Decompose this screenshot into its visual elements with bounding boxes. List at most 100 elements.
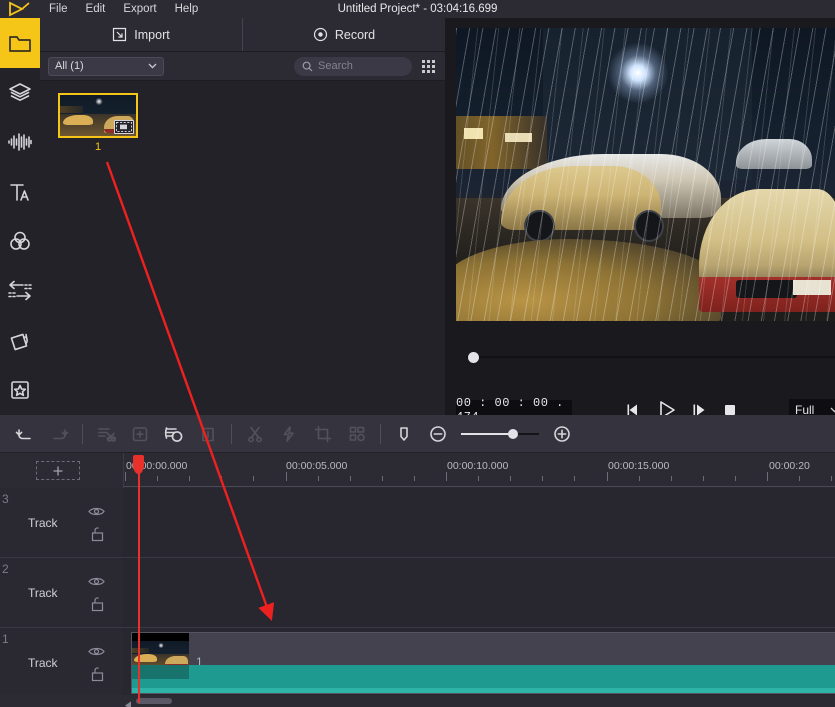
ruler-tick — [831, 476, 833, 481]
menu-bar: File Edit Export Help Untitled Project* … — [0, 0, 835, 18]
unlock-icon[interactable] — [90, 526, 105, 547]
waveform-icon — [8, 133, 32, 151]
ruler-tick — [799, 476, 801, 481]
timeline-zoom-slider[interactable] — [461, 428, 539, 440]
scissors-icon — [248, 426, 262, 442]
zoom-out-button[interactable] — [421, 417, 455, 451]
sidebar-item-overlays[interactable] — [0, 68, 40, 118]
media-item-label: 1 — [94, 141, 102, 153]
transitions-arrows-icon — [8, 280, 32, 301]
media-search[interactable] — [294, 56, 412, 76]
timeline-clip-1[interactable]: 1 — [131, 632, 835, 694]
eye-icon[interactable] — [88, 644, 105, 662]
ruler-tick-label: 00:00:20 — [769, 460, 810, 472]
marker-button[interactable] — [387, 417, 421, 451]
zoom-in-button[interactable] — [545, 417, 579, 451]
table-row: 1 Track 1 — [0, 628, 835, 698]
menu-edit[interactable]: Edit — [77, 0, 115, 18]
menu-file[interactable]: File — [40, 0, 77, 18]
tab-import-label: Import — [134, 27, 170, 42]
crop-icon — [314, 425, 332, 442]
unlock-icon[interactable] — [90, 596, 105, 617]
table-row: 2 Track — [0, 558, 835, 628]
sidebar-item-favorites[interactable] — [0, 365, 40, 415]
crop-button[interactable] — [306, 417, 340, 451]
sidebar-item-effects[interactable] — [0, 316, 40, 366]
cut-button[interactable] — [238, 417, 272, 451]
chevron-down-icon — [830, 407, 835, 413]
track-number: 2 — [2, 562, 9, 576]
sidebar-item-transitions[interactable] — [0, 266, 40, 316]
add-clip-button[interactable] — [123, 417, 157, 451]
zoom-slider-knob[interactable] — [508, 428, 518, 439]
media-thumbnail[interactable] — [58, 93, 138, 138]
ruler-tick — [670, 476, 672, 481]
import-arrow-icon — [113, 27, 127, 42]
zoom-out-icon — [430, 425, 446, 442]
track-number: 3 — [2, 492, 9, 506]
sidebar-item-audio[interactable] — [0, 117, 40, 167]
menu-help[interactable]: Help — [166, 0, 208, 18]
sidebar-rail — [0, 18, 40, 415]
add-track-button[interactable] — [36, 461, 80, 480]
media-filter-label: All (1) — [55, 60, 84, 72]
sidebar-item-filters[interactable] — [0, 217, 40, 267]
timeline-hscrollbar[interactable] — [0, 695, 835, 707]
grid-view-icon[interactable] — [420, 58, 437, 75]
track-lane-2[interactable] — [123, 558, 835, 627]
media-filter-dropdown[interactable]: All (1) — [48, 56, 164, 76]
sidebar-item-media-library[interactable] — [0, 18, 40, 68]
track-label: Track — [28, 656, 58, 670]
ruler-tick — [221, 476, 223, 481]
eye-icon[interactable] — [88, 574, 105, 592]
ruler-tick — [253, 476, 255, 481]
zoom-in-icon — [554, 425, 570, 442]
video-preview[interactable] — [456, 28, 835, 321]
ruler-tick — [638, 476, 640, 481]
track-header-3[interactable]: 3 Track — [0, 488, 123, 557]
ruler-tick — [381, 476, 383, 481]
app-logo-icon — [0, 0, 40, 18]
layout-grid-icon — [349, 426, 365, 441]
seekbar-track[interactable] — [466, 356, 835, 358]
ruler-baseline — [123, 486, 835, 487]
tab-record[interactable]: Record — [242, 18, 445, 51]
layout-button[interactable] — [340, 417, 374, 451]
seekbar-knob[interactable] — [468, 352, 479, 363]
scroll-left-icon[interactable] — [124, 697, 132, 707]
menu-export[interactable]: Export — [114, 0, 165, 18]
track-lane-1[interactable]: 1 — [123, 628, 835, 697]
clip-audio-waveform — [132, 665, 835, 693]
redo-button[interactable] — [42, 417, 76, 451]
video-editor-window: File Edit Export Help Untitled Project* … — [0, 0, 835, 707]
playhead-handle[interactable] — [133, 455, 144, 474]
sidebar-item-text[interactable] — [0, 167, 40, 217]
duplicate-button[interactable] — [157, 417, 191, 451]
ruler-tick — [606, 472, 608, 481]
add-box-icon — [132, 426, 148, 441]
eye-icon[interactable] — [88, 504, 105, 522]
timeline-ruler-row: 00:00:00.000 00:00:05.000 00:00:10.000 0… — [0, 453, 835, 488]
track-label: Track — [28, 516, 58, 530]
timeline-ruler[interactable]: 00:00:00.000 00:00:05.000 00:00:10.000 0… — [123, 453, 835, 488]
delete-button[interactable] — [191, 417, 225, 451]
split-all-button[interactable] — [89, 417, 123, 451]
ruler-tick — [510, 476, 512, 481]
preview-seekbar[interactable] — [456, 352, 835, 363]
undo-button[interactable] — [8, 417, 42, 451]
trash-icon — [202, 427, 214, 441]
media-tabs: Import Record — [40, 18, 445, 52]
speed-button[interactable] — [272, 417, 306, 451]
media-item-1[interactable]: 1 — [58, 93, 138, 153]
ruler-tick-label: 00:00:15.000 — [608, 460, 670, 472]
toolbar-divider — [82, 423, 83, 444]
search-input[interactable] — [318, 60, 404, 72]
tab-import[interactable]: Import — [40, 18, 242, 51]
unlock-icon[interactable] — [90, 666, 105, 687]
hscrollbar-thumb[interactable] — [136, 698, 172, 704]
track-header-2[interactable]: 2 Track — [0, 558, 123, 627]
track-header-1[interactable]: 1 Track — [0, 628, 123, 697]
media-subbar: All (1) — [40, 52, 445, 81]
track-lane-3[interactable] — [123, 488, 835, 557]
split-scissors-icon — [98, 427, 116, 442]
